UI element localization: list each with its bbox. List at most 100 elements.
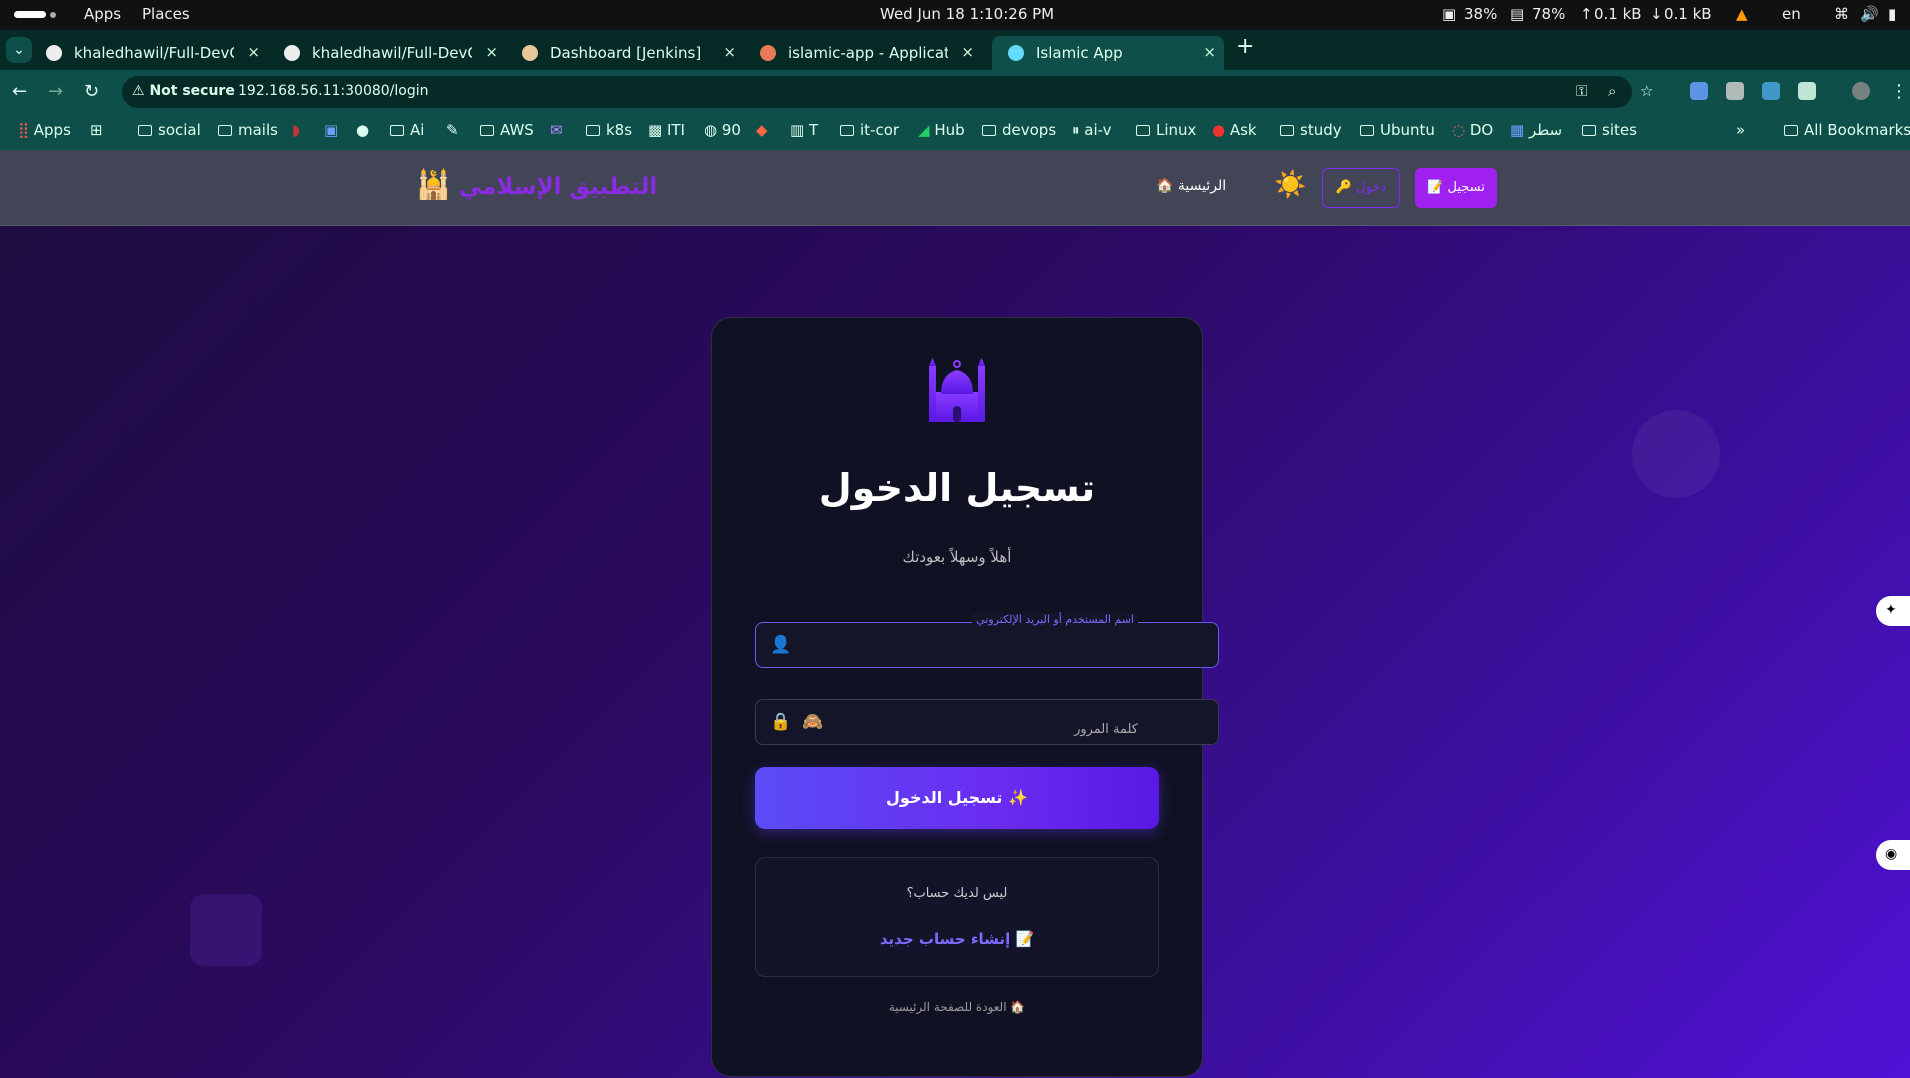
- app-brand[interactable]: 🕌 التطبيق الإسلامي: [416, 168, 657, 201]
- not-secure-warning[interactable]: ⚠ Not secure: [132, 83, 235, 99]
- bookmark-ai[interactable]: Ai: [390, 121, 424, 139]
- tab-close-icon[interactable]: ×: [485, 43, 498, 61]
- radio-extension-icon[interactable]: [1762, 82, 1780, 100]
- folder-icon: [480, 125, 494, 136]
- tab-github-1[interactable]: khaledhawil/Full-DevOps ×: [30, 36, 268, 70]
- bookmark-ubuntu[interactable]: Ubuntu: [1360, 121, 1435, 139]
- bookmark-ai-v[interactable]: ⏸ ai-v: [1072, 121, 1112, 139]
- tab-title: khaledhawil/Full-DevOps: [312, 44, 472, 62]
- folder-icon: [218, 125, 232, 136]
- menu-kebab-icon[interactable]: ⋮: [1890, 81, 1908, 102]
- folder-icon: [1784, 125, 1798, 136]
- side-brain-widget[interactable]: ◉: [1876, 840, 1910, 870]
- bookmark-t[interactable]: ▥ T: [790, 121, 818, 139]
- places-menu[interactable]: Places: [142, 5, 190, 23]
- reload-icon[interactable]: ↻: [84, 81, 99, 102]
- bookmark-social[interactable]: social: [138, 121, 201, 139]
- volume-icon[interactable]: 🔊: [1860, 5, 1879, 23]
- bookmark-aws[interactable]: AWS: [480, 121, 534, 139]
- folder-icon: [138, 125, 152, 136]
- vlc-icon[interactable]: ▲: [1736, 5, 1748, 23]
- zoom-icon[interactable]: ⌕: [1608, 82, 1616, 100]
- back-home-link[interactable]: العودة للصفحة الرئيسية 🏠: [712, 1000, 1202, 1014]
- folder-icon: [586, 125, 600, 136]
- nav-register-button[interactable]: 📝 تسجيل: [1415, 168, 1497, 208]
- bookmark-apps[interactable]: ⣿ Apps: [18, 121, 71, 139]
- workspace-dot: [50, 12, 56, 18]
- forward-icon[interactable]: →: [48, 81, 63, 102]
- react-icon: [1008, 45, 1024, 61]
- login-subtitle: أهلاً وسهلاً بعودتك: [902, 548, 1012, 566]
- new-tab-button[interactable]: +: [1236, 34, 1254, 59]
- more-bookmarks-icon[interactable]: »: [1736, 121, 1745, 139]
- bookmark-do[interactable]: ◌ DO: [1452, 121, 1493, 139]
- extensions-puzzle-icon[interactable]: [1798, 82, 1816, 100]
- side-translate-widget[interactable]: ✦: [1876, 596, 1910, 626]
- translate-extension-icon[interactable]: [1690, 82, 1708, 100]
- bookmark-iti[interactable]: ▩ ITI: [648, 121, 685, 139]
- sparkle-icon: ✦: [1885, 602, 1897, 618]
- theme-toggle-icon[interactable]: ☀️: [1274, 170, 1306, 200]
- apps-grid-icon: ⣿: [18, 121, 34, 139]
- toggle-password-visibility-icon[interactable]: 🙈: [802, 712, 823, 732]
- bookmark-devops[interactable]: devops: [982, 121, 1056, 139]
- battery-icon[interactable]: ▮: [1888, 5, 1896, 23]
- activities-indicator[interactable]: [14, 11, 46, 18]
- back-icon[interactable]: ←: [12, 81, 27, 102]
- bookmark-linux[interactable]: Linux: [1136, 121, 1196, 139]
- bookmark-mails[interactable]: mails: [218, 121, 278, 139]
- bookmark-star-icon[interactable]: ☆: [1640, 82, 1653, 100]
- password-key-icon[interactable]: ⚿: [1576, 82, 1587, 100]
- bookmark-all[interactable]: All Bookmarks: [1784, 121, 1910, 139]
- bookmark-mail-icon[interactable]: ✉: [550, 121, 563, 139]
- tab-argocd[interactable]: islamic-app - Application ×: [744, 36, 982, 70]
- apps-menu[interactable]: Apps: [84, 5, 121, 23]
- password-field[interactable]: 🔒 🙈 كلمة المرور: [755, 699, 1219, 745]
- tab-jenkins[interactable]: Dashboard [Jenkins] ×: [506, 36, 744, 70]
- bookmark-gitlab-icon[interactable]: ◆: [756, 121, 768, 139]
- profile-avatar[interactable]: [1852, 82, 1870, 100]
- warning-icon: ⚠: [132, 83, 150, 99]
- github-icon: [284, 45, 300, 61]
- bookmark-github-icon[interactable]: ●: [356, 121, 369, 139]
- bookmark-feather-icon[interactable]: ✎: [446, 121, 459, 139]
- shield-extension-icon[interactable]: [1726, 82, 1744, 100]
- login-submit-button[interactable]: تسجيل الدخول ✨: [755, 767, 1159, 829]
- tab-close-icon[interactable]: ×: [247, 43, 260, 61]
- address-bar[interactable]: ⚠ Not secure 192.168.56.11:30080/login ⚿…: [122, 76, 1653, 108]
- folder-icon: [1582, 125, 1596, 136]
- ask-icon: ●: [1212, 121, 1230, 139]
- upload-speed: 0.1 kB: [1594, 5, 1642, 23]
- tab-close-icon[interactable]: ×: [1203, 43, 1216, 61]
- clock[interactable]: Wed Jun 18 1:10:26 PM: [880, 5, 1054, 23]
- username-label: اسم المستخدم أو البريد الإلكتروني: [972, 613, 1138, 626]
- bookmark-translate-icon[interactable]: ▣: [324, 121, 338, 139]
- url-text[interactable]: 192.168.56.11:30080/login: [238, 83, 429, 99]
- language-indicator[interactable]: en: [1782, 5, 1801, 23]
- bookmark-satr[interactable]: ▦ سطر: [1510, 121, 1562, 139]
- tab-github-2[interactable]: khaledhawil/Full-DevOps ×: [268, 36, 506, 70]
- bookmark-ask[interactable]: ● Ask: [1212, 121, 1257, 139]
- bookmark-grid-icon[interactable]: ⊞: [90, 121, 103, 139]
- tab-close-icon[interactable]: ×: [961, 43, 974, 61]
- network-icon[interactable]: ⌘: [1834, 5, 1849, 23]
- github-icon: [46, 45, 62, 61]
- bookmark-it-cor[interactable]: it-cor: [840, 121, 899, 139]
- lock-icon: 🔒: [770, 712, 792, 732]
- bookmark-hub[interactable]: ◢ Hub: [918, 121, 965, 139]
- bookmark-red-icon[interactable]: ◗: [292, 121, 300, 139]
- nav-login-button[interactable]: 🔑 دخول: [1322, 168, 1400, 208]
- bookmark-study[interactable]: study: [1280, 121, 1342, 139]
- tab-islamic-app[interactable]: Islamic App ×: [992, 36, 1224, 70]
- folder-icon: [390, 125, 404, 136]
- bookmark-90[interactable]: ◍ 90: [704, 121, 741, 139]
- tab-close-icon[interactable]: ×: [723, 43, 736, 61]
- create-account-link[interactable]: إنشاء حساب جديد 📝: [756, 930, 1158, 948]
- nav-home-link[interactable]: 🏠 الرئيسية: [1156, 178, 1226, 194]
- cpu-icon: ▣: [1442, 5, 1457, 23]
- username-field[interactable]: اسم المستخدم أو البريد الإلكتروني 👤: [755, 613, 1219, 668]
- bookmark-sites[interactable]: sites: [1582, 121, 1637, 139]
- folder-icon: [1136, 125, 1150, 136]
- tab-search-button[interactable]: ⌄: [6, 37, 32, 63]
- bookmark-k8s[interactable]: k8s: [586, 121, 632, 139]
